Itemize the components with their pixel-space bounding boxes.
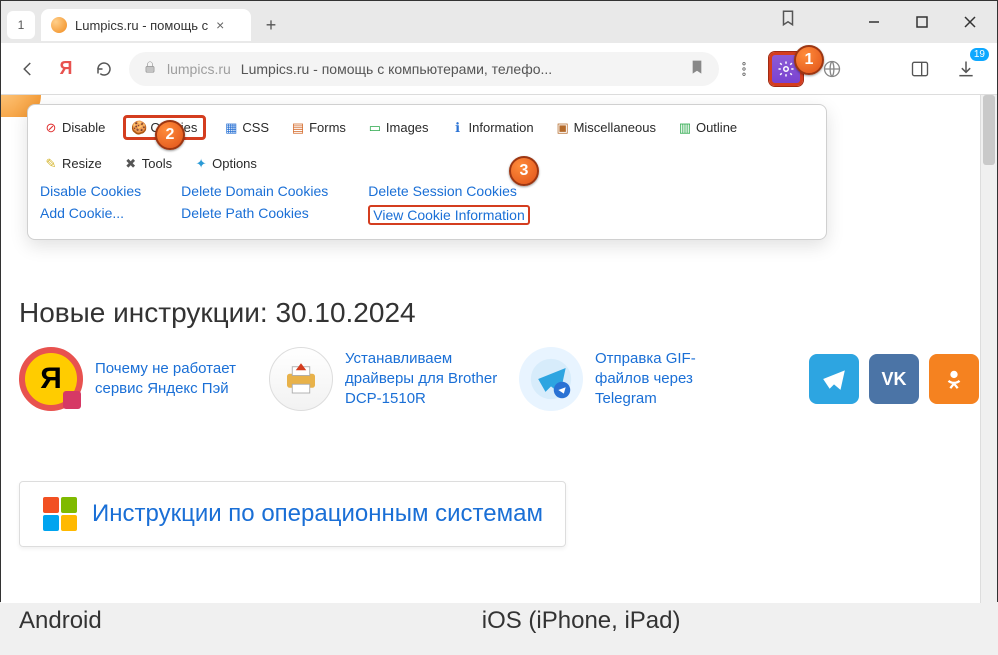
devtab-disable[interactable]: ⊘Disable bbox=[40, 118, 109, 137]
link-add-cookie[interactable]: Add Cookie... bbox=[40, 205, 141, 221]
info-icon: ℹ bbox=[451, 121, 465, 135]
devcol-2: Delete Domain Cookies Delete Path Cookie… bbox=[181, 183, 328, 225]
platform-ios[interactable]: iOS (iPhone, iPad) bbox=[482, 607, 681, 635]
devtab-information[interactable]: ℹInformation bbox=[447, 118, 538, 137]
disable-icon: ⊘ bbox=[44, 121, 58, 135]
tab-title: Lumpics.ru - помощь с bbox=[75, 18, 208, 33]
devtab-css[interactable]: ▦CSS bbox=[220, 118, 273, 137]
css-icon: ▦ bbox=[224, 121, 238, 135]
devcol-1: Disable Cookies Add Cookie... bbox=[40, 183, 141, 225]
annotation-3: 3 bbox=[509, 156, 539, 186]
webdev-toolbar-panel: ⊘Disable 🍪Cookies ▦CSS ▤Forms ▭Images ℹI… bbox=[27, 104, 827, 240]
link-disable-cookies[interactable]: Disable Cookies bbox=[40, 183, 141, 199]
annotation-1: 1 bbox=[794, 45, 824, 75]
social-ok[interactable] bbox=[929, 354, 979, 404]
maximize-button[interactable] bbox=[901, 7, 943, 37]
telegram-gif-icon bbox=[519, 347, 583, 411]
close-tab-icon[interactable]: × bbox=[216, 17, 224, 33]
devtab-forms[interactable]: ▤Forms bbox=[287, 118, 350, 137]
printer-icon bbox=[269, 347, 333, 411]
bookmark-flag-icon[interactable] bbox=[779, 9, 797, 30]
reload-button[interactable] bbox=[91, 56, 117, 82]
yandex-y-label: Я bbox=[60, 58, 73, 79]
downloads-badge: 19 bbox=[970, 48, 989, 61]
address-bar-row: Я lumpics.ru Lumpics.ru - помощь с компь… bbox=[1, 43, 997, 95]
annotation-2: 2 bbox=[155, 120, 185, 150]
page-content: ⊘Disable 🍪Cookies ▦CSS ▤Forms ▭Images ℹI… bbox=[1, 95, 997, 603]
reader-mode-icon[interactable] bbox=[689, 59, 705, 78]
social-buttons: VK bbox=[809, 354, 979, 404]
platform-row: Android iOS (iPhone, iPad) bbox=[19, 607, 979, 635]
article-card-1[interactable]: Я Почему не работает сервис Яндекс Пэй bbox=[19, 347, 249, 411]
yandex-home-icon[interactable]: Я bbox=[53, 56, 79, 82]
url-domain: lumpics.ru bbox=[167, 61, 231, 77]
article-link-2[interactable]: Устанавливаем драйверы для Brother DCP-1… bbox=[345, 349, 499, 410]
yandex-pay-icon: Я bbox=[19, 347, 83, 411]
devtab-tools[interactable]: ✖Tools bbox=[120, 154, 176, 173]
platform-android[interactable]: Android bbox=[19, 607, 102, 635]
article-link-3[interactable]: Отправка GIF-файлов через Telegram bbox=[595, 349, 749, 410]
url-page-title: Lumpics.ru - помощь с компьютерами, теле… bbox=[241, 61, 552, 77]
browser-tab[interactable]: Lumpics.ru - помощь с × bbox=[41, 9, 251, 41]
outline-icon: ▥ bbox=[678, 121, 692, 135]
devcol-3: Delete Session Cookies View Cookie Infor… bbox=[368, 183, 529, 225]
downloads-button[interactable]: 19 bbox=[949, 52, 983, 86]
articles-row: Я Почему не работает сервис Яндекс Пэй У… bbox=[19, 347, 979, 411]
back-button[interactable] bbox=[15, 56, 41, 82]
devtab-misc[interactable]: ▣Miscellaneous bbox=[552, 118, 660, 137]
favicon-icon bbox=[51, 17, 67, 33]
new-instructions-heading: Новые инструкции: 30.10.2024 bbox=[19, 297, 979, 329]
tab-strip: 1 Lumpics.ru - помощь с × + bbox=[1, 1, 997, 43]
tools-icon: ✖ bbox=[124, 157, 138, 171]
vertical-scrollbar[interactable] bbox=[980, 95, 997, 603]
os-instructions-box[interactable]: Инструкции по операционным системам bbox=[19, 481, 566, 547]
lock-icon bbox=[143, 60, 157, 77]
minimize-button[interactable] bbox=[853, 7, 895, 37]
options-icon: ✦ bbox=[194, 157, 208, 171]
link-view-cookie-information[interactable]: View Cookie Information bbox=[368, 205, 529, 225]
close-window-button[interactable] bbox=[949, 7, 991, 37]
devtab-outline[interactable]: ▥Outline bbox=[674, 118, 741, 137]
devtab-images[interactable]: ▭Images bbox=[364, 118, 433, 137]
social-vk[interactable]: VK bbox=[869, 354, 919, 404]
window-controls bbox=[853, 1, 991, 43]
tab-index-label: 1 bbox=[18, 18, 25, 32]
link-delete-session-cookies[interactable]: Delete Session Cookies bbox=[368, 183, 529, 199]
devtab-resize[interactable]: ✎Resize bbox=[40, 154, 106, 173]
sidebar-extension-icon[interactable] bbox=[903, 52, 937, 86]
link-delete-domain-cookies[interactable]: Delete Domain Cookies bbox=[181, 183, 328, 199]
windows-logo-icon bbox=[42, 496, 78, 532]
webdev-submenu: Disable Cookies Add Cookie... Delete Dom… bbox=[40, 183, 814, 225]
tab-index-tile[interactable]: 1 bbox=[7, 11, 35, 39]
forms-icon: ▤ bbox=[291, 121, 305, 135]
images-icon: ▭ bbox=[368, 121, 382, 135]
devtab-options[interactable]: ✦Options bbox=[190, 154, 261, 173]
social-telegram[interactable] bbox=[809, 354, 859, 404]
misc-icon: ▣ bbox=[556, 121, 570, 135]
os-instructions-title: Инструкции по операционным системам bbox=[92, 500, 543, 528]
new-tab-button[interactable]: + bbox=[257, 11, 285, 39]
link-delete-path-cookies[interactable]: Delete Path Cookies bbox=[181, 205, 328, 221]
resize-icon: ✎ bbox=[44, 157, 58, 171]
address-box[interactable]: lumpics.ru Lumpics.ru - помощь с компьют… bbox=[129, 52, 719, 86]
article-card-3[interactable]: Отправка GIF-файлов через Telegram bbox=[519, 347, 749, 411]
scrollbar-thumb[interactable] bbox=[983, 95, 995, 165]
kebab-menu-icon[interactable] bbox=[731, 56, 757, 82]
article-link-1[interactable]: Почему не работает сервис Яндекс Пэй bbox=[95, 359, 249, 400]
cookie-icon: 🍪 bbox=[132, 121, 146, 135]
webdev-tab-row: ⊘Disable 🍪Cookies ▦CSS ▤Forms ▭Images ℹI… bbox=[40, 115, 814, 173]
article-card-2[interactable]: Устанавливаем драйверы для Brother DCP-1… bbox=[269, 347, 499, 411]
